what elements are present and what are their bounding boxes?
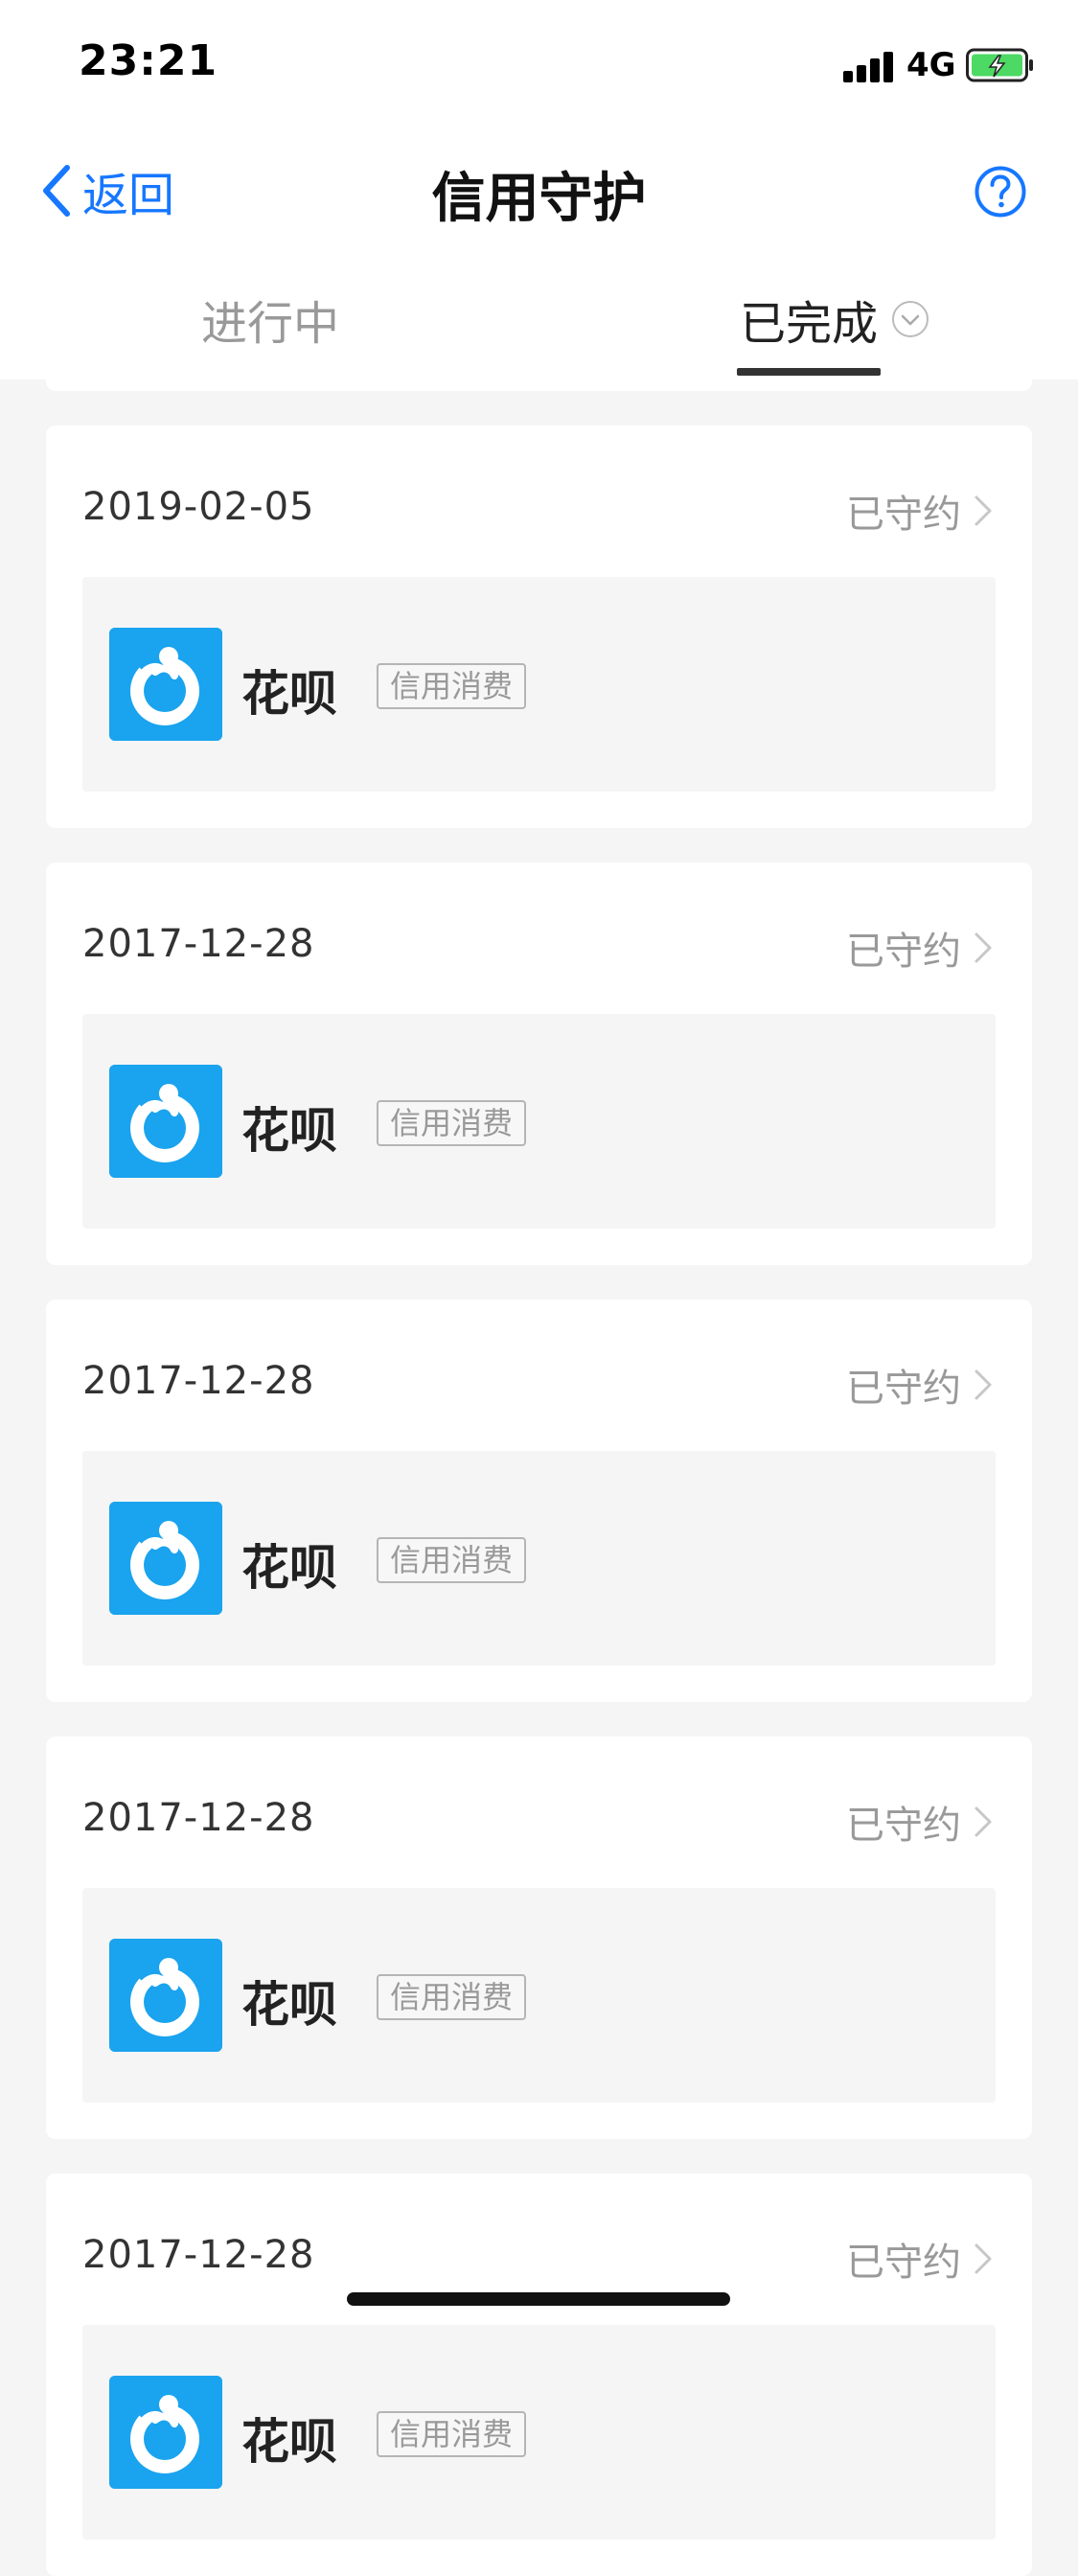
record-status: 已守约 — [846, 493, 961, 537]
product-tag: 信用消费 — [377, 663, 527, 709]
record-status-link[interactable]: 已守约 — [846, 1357, 994, 1413]
status-time: 23:21 — [79, 36, 218, 85]
product-tag: 信用消费 — [377, 1537, 527, 1583]
record-card[interactable]: 2017-12-28 已守约 花呗 信用消费 — [46, 862, 1032, 1265]
record-date: 2017-12-28 — [82, 1796, 315, 1840]
chevron-right-icon — [975, 2243, 992, 2274]
tab-completed-label: 已完成 — [740, 297, 879, 351]
signal-icon — [843, 50, 897, 82]
huabei-logo-icon — [109, 1065, 222, 1178]
record-status-link[interactable]: 已守约 — [846, 1794, 994, 1850]
record-card[interactable]: 2017-12-28 已守约 花呗 信用消费 — [46, 1736, 1032, 2139]
question-circle-icon[interactable] — [974, 165, 1027, 218]
header: 23:21 4G 返回 信用守护 进行中 已完成 — [0, 0, 1078, 380]
chevron-right-icon — [975, 495, 992, 526]
chevron-down-circle-icon — [892, 301, 929, 337]
battery-icon — [966, 48, 1033, 82]
huabei-logo-icon — [109, 628, 222, 741]
card-header: 2019-02-05 已守约 — [46, 426, 1032, 579]
product-name: 花呗 — [241, 666, 337, 722]
product-tag: 信用消费 — [377, 1100, 527, 1146]
record-date: 2017-12-28 — [82, 922, 315, 966]
product-tag: 信用消费 — [377, 1974, 527, 2020]
record-date: 2017-12-28 — [82, 1359, 315, 1403]
product-tag: 信用消费 — [377, 2411, 527, 2457]
product-panel: 花呗 信用消费 — [82, 2325, 996, 2540]
product-name: 花呗 — [241, 1977, 337, 2033]
product-panel: 花呗 信用消费 — [82, 1014, 996, 1229]
record-status: 已守约 — [846, 1367, 961, 1411]
home-indicator[interactable] — [347, 2292, 730, 2306]
chevron-right-icon — [975, 1369, 992, 1400]
card-header: 2017-12-28 已守约 — [46, 862, 1032, 1016]
record-status-link[interactable]: 已守约 — [846, 2231, 994, 2287]
status-bar: 23:21 4G — [0, 0, 1078, 126]
chevron-right-icon — [975, 1806, 992, 1837]
page-title: 信用守护 — [431, 168, 647, 230]
navigation-bar: 返回 信用守护 — [0, 126, 1078, 251]
record-card[interactable]: 2017-12-28 已守约 花呗 信用消费 — [46, 2174, 1032, 2576]
huabei-logo-icon — [109, 2376, 222, 2489]
record-status: 已守约 — [846, 1804, 961, 1848]
product-name: 花呗 — [241, 1103, 337, 1159]
record-date: 2017-12-28 — [82, 2233, 315, 2277]
record-status-link[interactable]: 已守约 — [846, 920, 994, 976]
product-name: 花呗 — [241, 2414, 337, 2470]
card-header: 2017-12-28 已守约 — [46, 1736, 1032, 1890]
huabei-logo-icon — [109, 1939, 222, 2052]
record-date: 2019-02-05 — [82, 485, 315, 529]
product-panel: 花呗 信用消费 — [82, 1888, 996, 2103]
product-panel: 花呗 信用消费 — [82, 577, 996, 792]
card-header: 2017-12-28 已守约 — [46, 1300, 1032, 1453]
record-status-link[interactable]: 已守约 — [846, 483, 994, 539]
record-status: 已守约 — [846, 930, 961, 974]
chevron-right-icon — [975, 932, 992, 963]
record-card[interactable]: 2017-12-28 已守约 花呗 信用消费 — [46, 1300, 1032, 1702]
product-name: 花呗 — [241, 1540, 337, 1596]
product-panel: 花呗 信用消费 — [82, 1451, 996, 1666]
record-status: 已守约 — [846, 2241, 961, 2285]
network-type: 4G — [906, 46, 956, 84]
tab-completed[interactable]: 已完成 — [740, 286, 929, 353]
tab-ongoing[interactable]: 进行中 — [201, 286, 339, 353]
record-card[interactable]: 2019-02-05 已守约 花呗 信用消费 — [46, 426, 1032, 828]
huabei-logo-icon — [109, 1502, 222, 1615]
active-tab-indicator — [737, 368, 881, 376]
tab-bar: 进行中 已完成 — [0, 251, 1078, 380]
